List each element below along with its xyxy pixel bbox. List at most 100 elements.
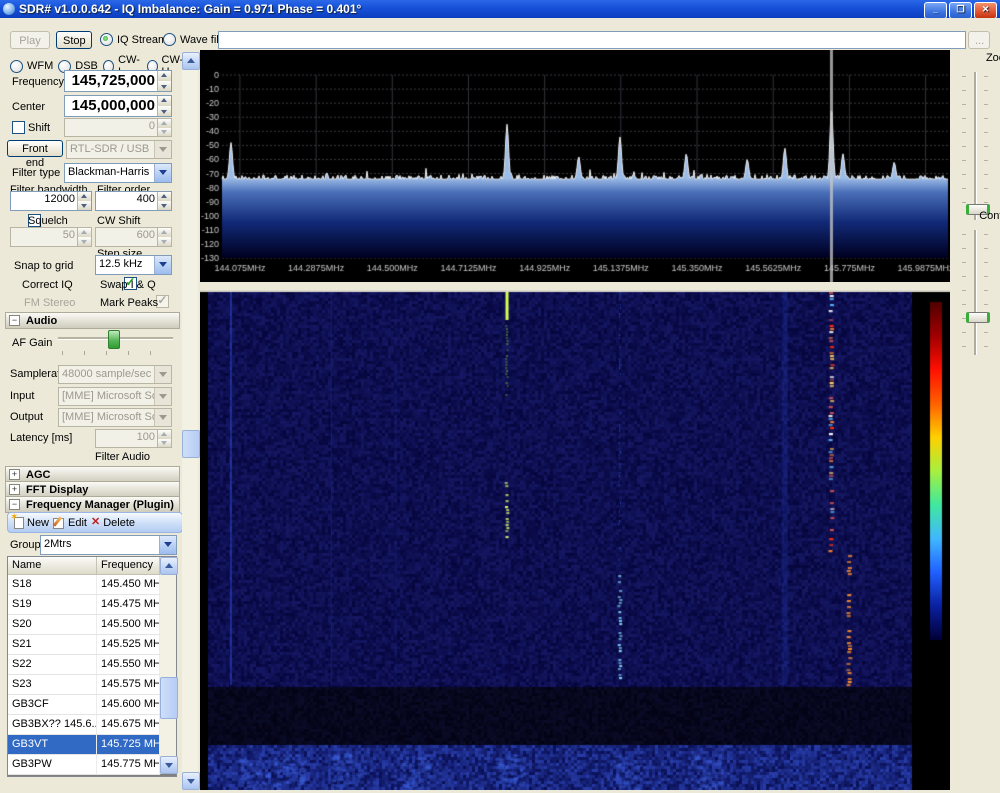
wave-file-radio[interactable]: Wave file [163, 33, 225, 46]
filter-bandwidth-spinner[interactable] [77, 192, 91, 210]
cell-name[interactable]: S19 [8, 595, 97, 614]
play-button[interactable]: Play [10, 31, 50, 49]
cell-frequency[interactable]: 145.450 MHz [97, 575, 160, 594]
front-end-button[interactable]: Front end [7, 140, 63, 169]
filter-order-spinner[interactable] [157, 192, 171, 210]
scroll-up-icon[interactable] [182, 52, 200, 70]
cell-name[interactable]: GB3CF [8, 695, 97, 714]
af-gain-slider-thumb[interactable] [108, 330, 120, 349]
filter-bandwidth-field[interactable]: 12000 [10, 191, 92, 211]
table-row[interactable]: S19 145.475 MHz [8, 595, 160, 615]
cell-frequency[interactable]: 145.525 MHz [97, 635, 160, 654]
radio-icon[interactable] [10, 59, 23, 73]
group-combo[interactable]: 2Mtrs [40, 535, 177, 555]
cell-frequency[interactable]: 145.550 MHz [97, 655, 160, 674]
spectrum-display[interactable] [200, 50, 950, 282]
center-value[interactable]: 145,000,000 [65, 96, 157, 116]
iq-stream-radio[interactable]: IQ Stream [100, 33, 167, 46]
table-row[interactable]: GB3BX?? 145.6... 145.675 MHz [8, 715, 160, 735]
group-value[interactable]: 2Mtrs [41, 536, 159, 554]
panel-scrollbar-thumb[interactable] [182, 430, 200, 458]
step-size-combo[interactable]: 12.5 kHz [95, 255, 172, 275]
title-bar[interactable]: SDR# v1.0.0.642 - IQ Imbalance: Gain = 0… [0, 0, 1000, 19]
squelch-value: 50 [62, 229, 75, 241]
waterfall-display[interactable] [200, 290, 950, 790]
wave-file-path-input[interactable] [218, 31, 966, 49]
display-splitter[interactable] [200, 282, 950, 290]
shift-value: 0 [148, 120, 155, 132]
scroll-down-icon[interactable] [160, 756, 178, 774]
panel-scrollbar[interactable] [182, 52, 200, 790]
column-header-name[interactable]: Name [8, 557, 97, 574]
restore-button[interactable]: ❐ [949, 2, 972, 19]
cell-name[interactable]: GB3BX?? 145.6... [8, 715, 97, 734]
group-dropdown-icon[interactable] [159, 536, 176, 554]
shift-checkbox[interactable] [12, 121, 25, 134]
spectrum-canvas[interactable] [200, 50, 950, 282]
cell-name[interactable]: S20 [8, 615, 97, 634]
cell-name[interactable]: GB3VT [8, 735, 97, 754]
zoom-slider[interactable] [962, 72, 990, 220]
cell-frequency[interactable]: 145.675 MHz [97, 715, 160, 734]
filter-bandwidth-value[interactable]: 12000 [11, 192, 77, 210]
contrast-slider-thumb[interactable] [966, 312, 990, 323]
expand-icon[interactable]: + [9, 484, 20, 495]
cell-frequency[interactable]: 145.475 MHz [97, 595, 160, 614]
demod-radio-wfm[interactable]: WFM [10, 59, 53, 73]
frequency-manager-section-header[interactable]: − Frequency Manager (Plugin) [5, 496, 180, 513]
table-row[interactable]: GB3PW 145.775 MHz [8, 755, 160, 775]
filter-type-value[interactable]: Blackman-Harris [65, 164, 154, 182]
delete-button[interactable]: ✕ Delete [91, 517, 135, 529]
center-spinner[interactable] [157, 96, 171, 116]
edit-button[interactable]: Edit [53, 517, 87, 529]
minimize-button[interactable]: _ [924, 2, 947, 19]
scroll-up-icon[interactable] [160, 557, 178, 575]
cell-name[interactable]: S18 [8, 575, 97, 594]
collapse-icon[interactable]: − [9, 499, 20, 510]
browse-button[interactable]: ... [968, 31, 990, 49]
iq-stream-radio-dot[interactable] [100, 33, 113, 46]
step-size-value[interactable]: 12.5 kHz [96, 256, 154, 274]
frequency-value[interactable]: 145,725,000 [65, 71, 157, 91]
cell-name[interactable]: S23 [8, 675, 97, 694]
cell-name[interactable]: S22 [8, 655, 97, 674]
frequency-field[interactable]: 145,725,000 [64, 70, 172, 92]
table-row[interactable]: S18 145.450 MHz [8, 575, 160, 595]
new-button[interactable]: New [10, 512, 49, 529]
contrast-slider[interactable] [962, 230, 990, 355]
af-gain-slider[interactable] [58, 330, 173, 349]
table-row[interactable]: S21 145.525 MHz [8, 635, 160, 655]
column-header-frequency[interactable]: Frequency [97, 557, 160, 574]
audio-section-header[interactable]: − Audio [5, 312, 180, 329]
table-scrollbar-thumb[interactable] [160, 677, 178, 719]
cell-frequency[interactable]: 145.775 MHz [97, 755, 160, 774]
stop-button[interactable]: Stop [56, 31, 92, 49]
table-scrollbar[interactable] [160, 557, 178, 774]
close-button[interactable]: ✕ [974, 2, 997, 19]
scroll-down-icon[interactable] [182, 772, 200, 790]
table-row[interactable]: S22 145.550 MHz [8, 655, 160, 675]
cell-frequency[interactable]: 145.725 MHz [97, 735, 160, 754]
filter-order-field[interactable]: 400 [95, 191, 172, 211]
cell-name[interactable]: S21 [8, 635, 97, 654]
table-row[interactable]: S20 145.500 MHz [8, 615, 160, 635]
table-row[interactable]: GB3VT 145.725 MHz [8, 735, 160, 755]
frequency-spinner[interactable] [157, 71, 171, 91]
table-row[interactable]: GB3CF 145.600 MHz [8, 695, 160, 715]
waterfall-canvas[interactable] [200, 290, 950, 790]
wave-file-radio-dot[interactable] [163, 33, 176, 46]
cell-name[interactable]: GB3PW [8, 755, 97, 774]
filter-type-combo[interactable]: Blackman-Harris [64, 163, 172, 183]
cell-frequency[interactable]: 145.500 MHz [97, 615, 160, 634]
table-row[interactable]: S23 145.575 MHz [8, 675, 160, 695]
table-header[interactable]: Name Frequency [8, 557, 160, 575]
output-label: Output [10, 411, 44, 423]
center-field[interactable]: 145,000,000 [64, 95, 172, 117]
collapse-icon[interactable]: − [9, 315, 20, 326]
filter-order-value[interactable]: 400 [96, 192, 157, 210]
expand-icon[interactable]: + [9, 469, 20, 480]
cell-frequency[interactable]: 145.575 MHz [97, 675, 160, 694]
cell-frequency[interactable]: 145.600 MHz [97, 695, 160, 714]
step-size-dropdown-icon[interactable] [154, 256, 171, 274]
filter-type-dropdown-icon[interactable] [154, 164, 171, 182]
